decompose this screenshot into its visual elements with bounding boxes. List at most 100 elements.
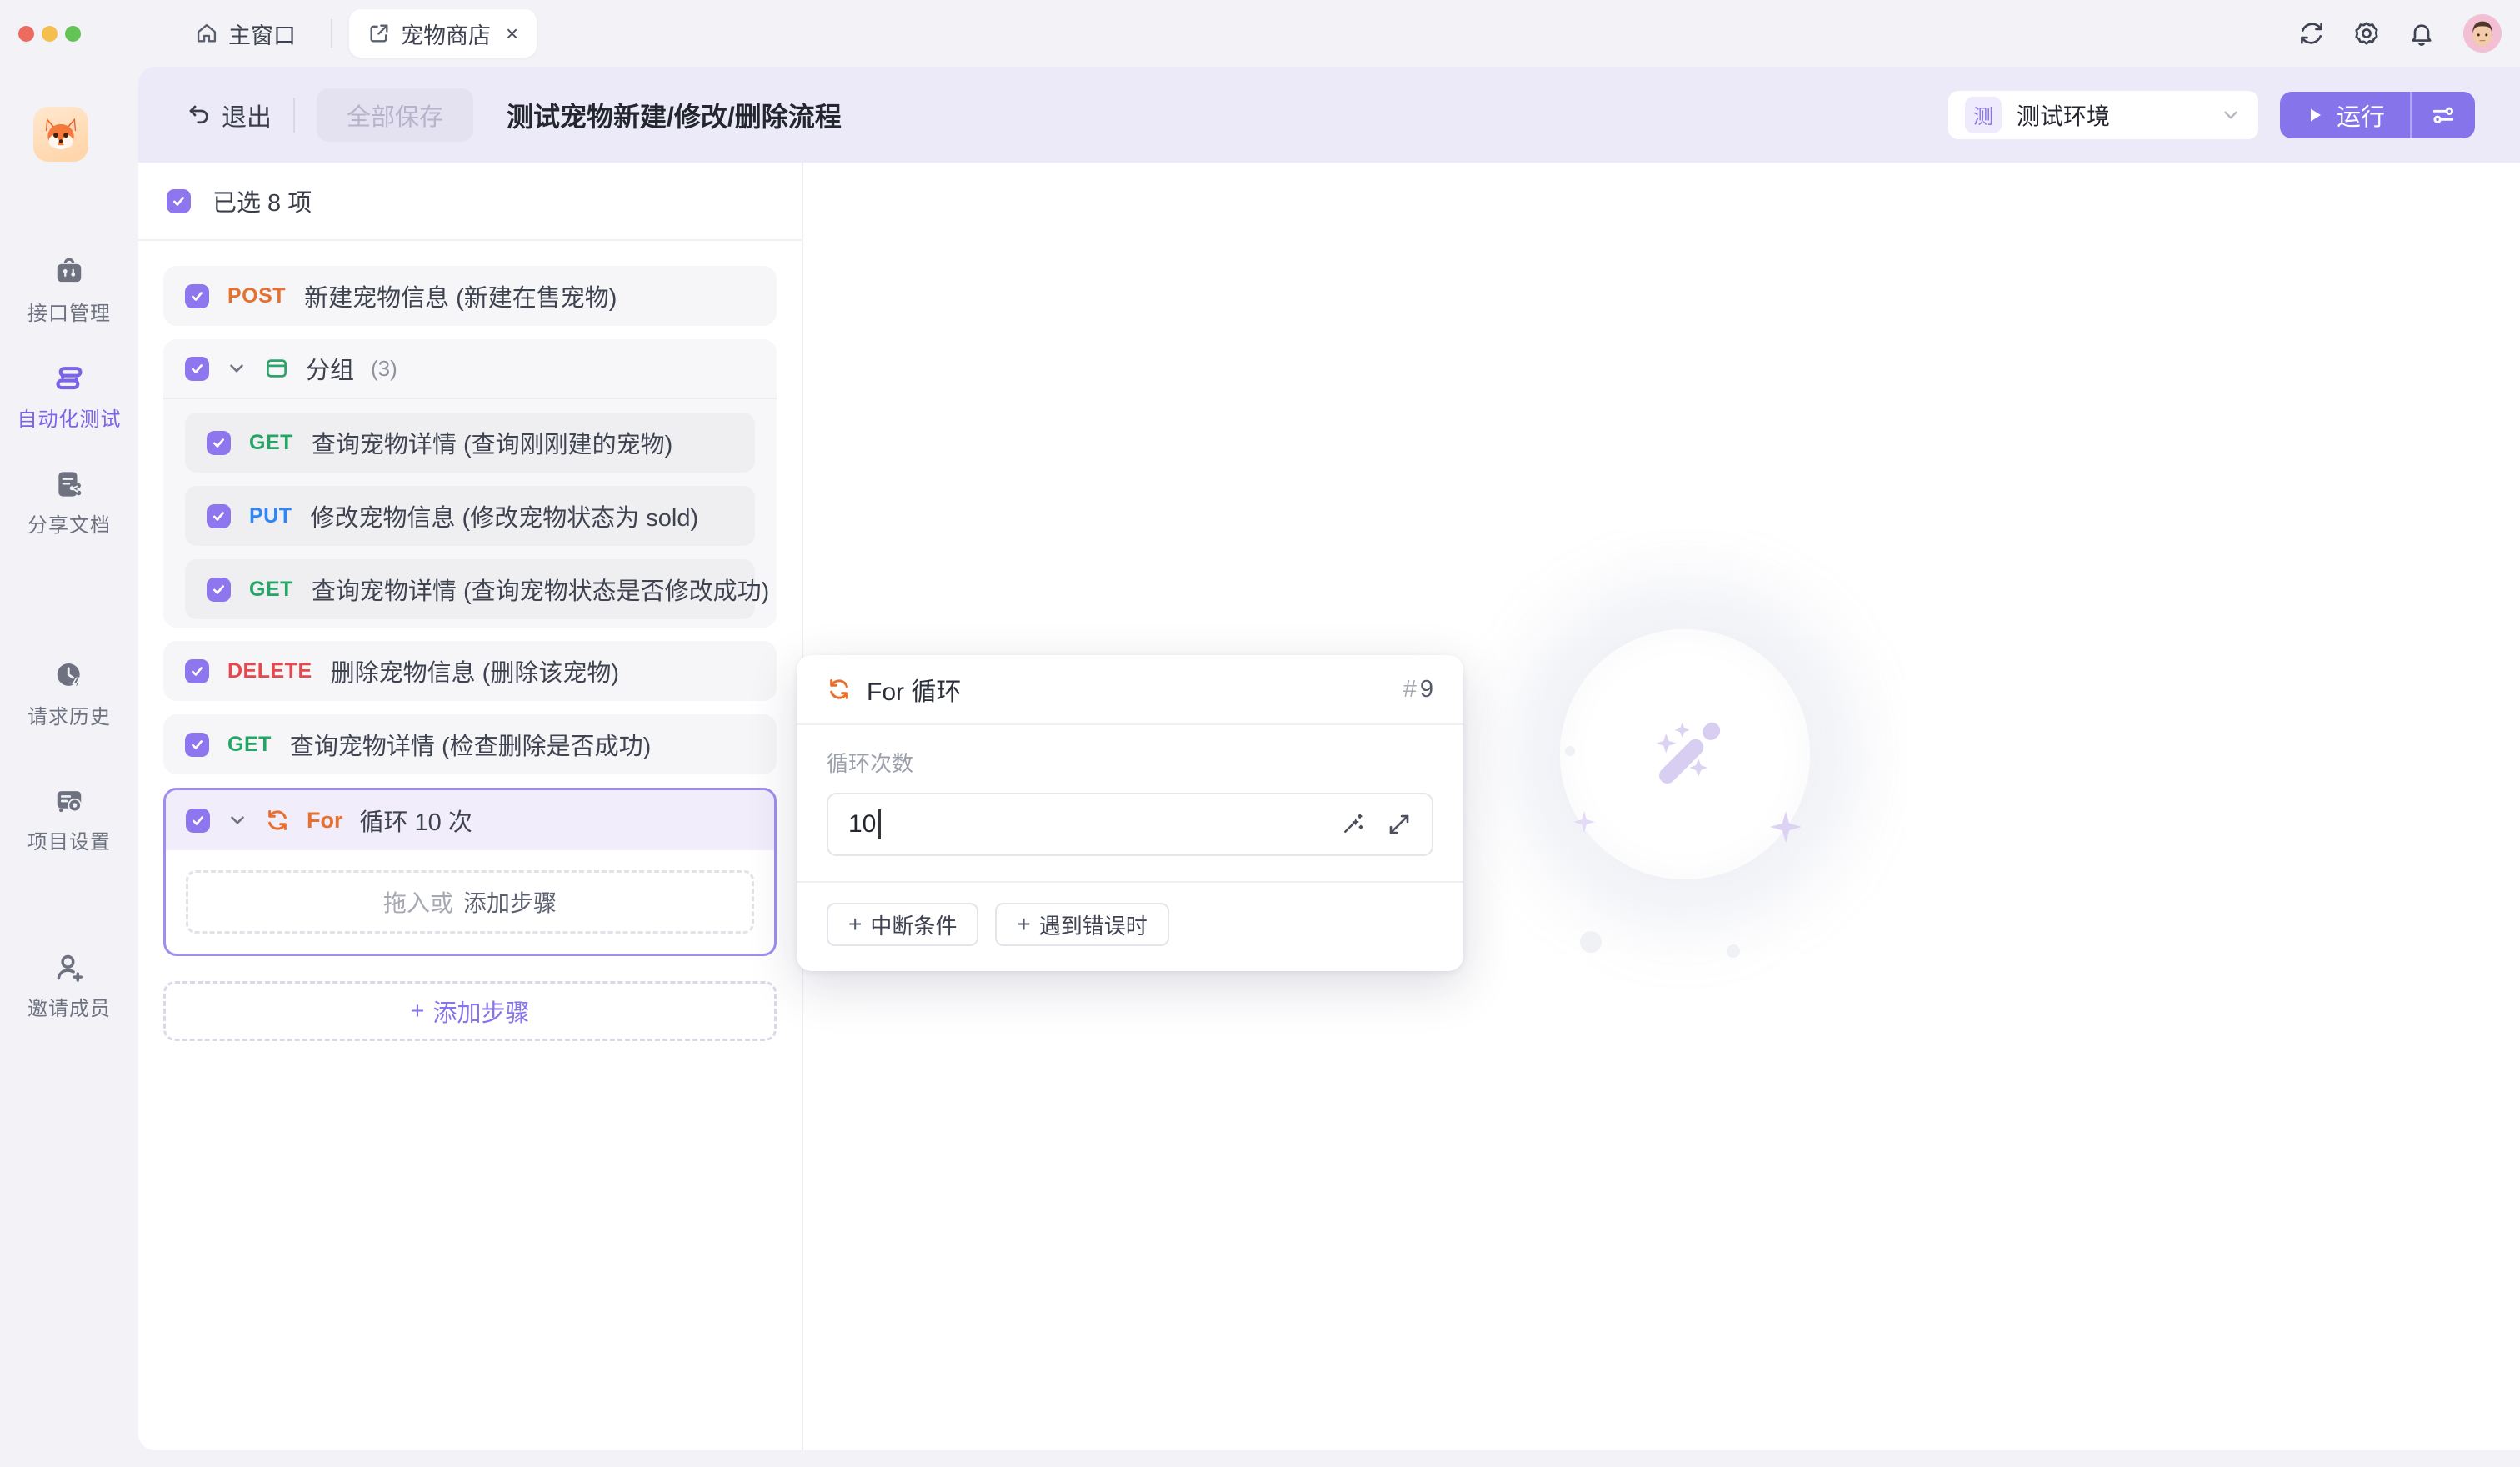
magic-wand-icon[interactable] bbox=[1340, 812, 1365, 837]
selection-header: 已选 8 项 bbox=[138, 163, 802, 241]
step-row-post[interactable]: POST 新建宠物信息 (新建在售宠物) bbox=[163, 266, 777, 326]
loop-count-input[interactable]: 10 bbox=[827, 793, 1433, 856]
step-checkbox[interactable] bbox=[207, 578, 231, 602]
step-row-put[interactable]: PUT 修改宠物信息 (修改宠物状态为 sold) bbox=[185, 486, 755, 546]
plus-icon: + bbox=[848, 911, 862, 938]
add-step-label: 添加步骤 bbox=[432, 994, 529, 1029]
settings-icon[interactable] bbox=[2353, 20, 2380, 47]
sidebar-item-label: 自动化测试 bbox=[18, 403, 122, 432]
folder-icon bbox=[264, 356, 289, 381]
minimize-window-button[interactable] bbox=[42, 26, 58, 42]
sidebar-item-share-docs[interactable]: 分享文档 bbox=[0, 468, 138, 538]
popup-title: For 循环 bbox=[867, 671, 961, 708]
collapse-chevron-icon[interactable] bbox=[227, 809, 248, 831]
for-title: 循环 10 次 bbox=[360, 803, 472, 838]
save-all-button[interactable]: 全部保存 bbox=[317, 88, 473, 142]
sidebar-item-api-management[interactable]: 接口管理 bbox=[0, 257, 138, 326]
dropzone-add-step-link[interactable]: 添加步骤 bbox=[463, 885, 557, 919]
sidebar-item-request-history[interactable]: 请求历史 bbox=[0, 660, 138, 729]
popup-header: For 循环 #9 bbox=[797, 655, 1463, 725]
step-index: #9 bbox=[1403, 676, 1433, 703]
group-checkbox[interactable] bbox=[185, 357, 209, 381]
environment-select[interactable]: 测 测试环境 bbox=[1948, 91, 2258, 139]
toolbox-icon bbox=[53, 257, 85, 288]
topbar-actions bbox=[2298, 0, 2502, 67]
page-title: 测试宠物新建/修改/删除流程 bbox=[507, 96, 842, 134]
flow-header-left: 退出 全部保存 测试宠物新建/修改/删除流程 bbox=[187, 88, 842, 142]
exit-button[interactable]: 退出 bbox=[187, 97, 272, 133]
close-window-button[interactable] bbox=[18, 26, 34, 42]
sidebar-item-label: 分享文档 bbox=[28, 508, 111, 538]
step-group: 分组 (3) GET 查询宠物详情 (查询刚刚建的宠物) PUT 修改宠物信息 … bbox=[163, 339, 777, 628]
zoom-window-button[interactable] bbox=[65, 26, 81, 42]
method-badge: DELETE bbox=[228, 659, 312, 683]
method-badge: GET bbox=[228, 733, 272, 757]
step-row-get-2[interactable]: GET 查询宠物详情 (查询宠物状态是否修改成功) bbox=[185, 559, 755, 619]
tab-separator bbox=[331, 19, 332, 48]
sync-icon[interactable] bbox=[2298, 20, 2325, 47]
run-button[interactable]: 运行 bbox=[2280, 98, 2410, 133]
plus-icon: + bbox=[1017, 911, 1030, 938]
external-tab-icon bbox=[368, 22, 391, 45]
loop-icon bbox=[265, 808, 290, 833]
step-row-delete[interactable]: DELETE 删除宠物信息 (删除该宠物) bbox=[163, 641, 777, 701]
step-index-number: 9 bbox=[1420, 676, 1433, 703]
step-row-get-3[interactable]: GET 查询宠物详情 (检查删除是否成功) bbox=[163, 714, 777, 774]
step-checkbox[interactable] bbox=[185, 733, 209, 757]
sidebar: 接口管理 自动化测试 分享文档 请求历史 项目设置 bbox=[0, 67, 138, 1467]
step-title: 新建宠物信息 (新建在售宠物) bbox=[304, 278, 617, 313]
add-break-condition-button[interactable]: + 中断条件 bbox=[827, 903, 978, 946]
tab-label: 宠物商店 bbox=[401, 18, 491, 50]
tab-pet-store[interactable]: 宠物商店 × bbox=[349, 9, 537, 58]
project-logo[interactable] bbox=[33, 107, 88, 162]
on-error-button[interactable]: + 遇到错误时 bbox=[995, 903, 1168, 946]
close-tab-icon[interactable]: × bbox=[506, 21, 518, 47]
sidebar-item-label: 邀请成员 bbox=[28, 992, 111, 1021]
drop-zone[interactable]: 拖入或 添加步骤 bbox=[186, 870, 754, 934]
select-all-checkbox[interactable] bbox=[167, 189, 191, 213]
method-badge: GET bbox=[249, 578, 293, 602]
group-label: 分组 bbox=[306, 351, 354, 386]
text-caret bbox=[878, 809, 881, 839]
step-row-get-1[interactable]: GET 查询宠物详情 (查询刚刚建的宠物) bbox=[185, 413, 755, 473]
step-checkbox[interactable] bbox=[185, 284, 209, 308]
project-settings-icon bbox=[53, 785, 85, 817]
step-checkbox[interactable] bbox=[207, 504, 231, 528]
group-header[interactable]: 分组 (3) bbox=[163, 339, 777, 399]
expand-icon[interactable] bbox=[1387, 812, 1412, 837]
step-checkbox[interactable] bbox=[207, 431, 231, 455]
step-list: POST 新建宠物信息 (新建在售宠物) 分组 (3) bbox=[138, 241, 802, 1041]
for-checkbox[interactable] bbox=[186, 809, 210, 833]
sidebar-item-automation-testing[interactable]: 自动化测试 bbox=[0, 363, 138, 432]
flow-header: 退出 全部保存 测试宠物新建/修改/删除流程 测 测试环境 运行 bbox=[138, 67, 2520, 163]
for-keyword: For bbox=[307, 808, 343, 834]
run-config-icon bbox=[2430, 102, 2457, 128]
step-checkbox[interactable] bbox=[185, 659, 209, 683]
steps-panel: 已选 8 项 POST 新建宠物信息 (新建在售宠物) bbox=[138, 163, 803, 1450]
for-loop-header[interactable]: For 循环 10 次 bbox=[166, 790, 774, 850]
input-actions bbox=[1340, 812, 1412, 837]
loop-count-label: 循环次数 bbox=[827, 747, 1433, 778]
selected-count: 已选 8 项 bbox=[212, 183, 312, 218]
magic-wand-watermark bbox=[1598, 669, 1773, 844]
collapse-chevron-icon[interactable] bbox=[226, 358, 248, 379]
run-config-button[interactable] bbox=[2412, 102, 2475, 128]
sidebar-item-label: 请求历史 bbox=[28, 700, 111, 729]
sidebar-item-invite-members[interactable]: 邀请成员 bbox=[0, 952, 138, 1021]
automation-icon bbox=[53, 363, 85, 394]
popup-body: 循环次数 10 bbox=[797, 725, 1463, 883]
add-step-button[interactable]: + 添加步骤 bbox=[163, 981, 777, 1041]
method-badge: POST bbox=[228, 284, 286, 308]
bell-icon[interactable] bbox=[2408, 20, 2435, 47]
plus-icon: + bbox=[411, 998, 425, 1025]
avatar[interactable] bbox=[2463, 14, 2502, 53]
for-loop-body: 拖入或 添加步骤 bbox=[166, 850, 774, 954]
decor-dot bbox=[1580, 931, 1602, 953]
run-button-group: 运行 bbox=[2280, 92, 2475, 138]
exit-label: 退出 bbox=[222, 97, 272, 133]
invite-icon bbox=[53, 952, 85, 984]
decor-dot bbox=[1565, 746, 1575, 756]
sidebar-item-project-settings[interactable]: 项目设置 bbox=[0, 785, 138, 854]
step-title: 删除宠物信息 (删除该宠物) bbox=[331, 653, 619, 688]
tab-main-window[interactable]: 主窗口 bbox=[177, 9, 314, 58]
